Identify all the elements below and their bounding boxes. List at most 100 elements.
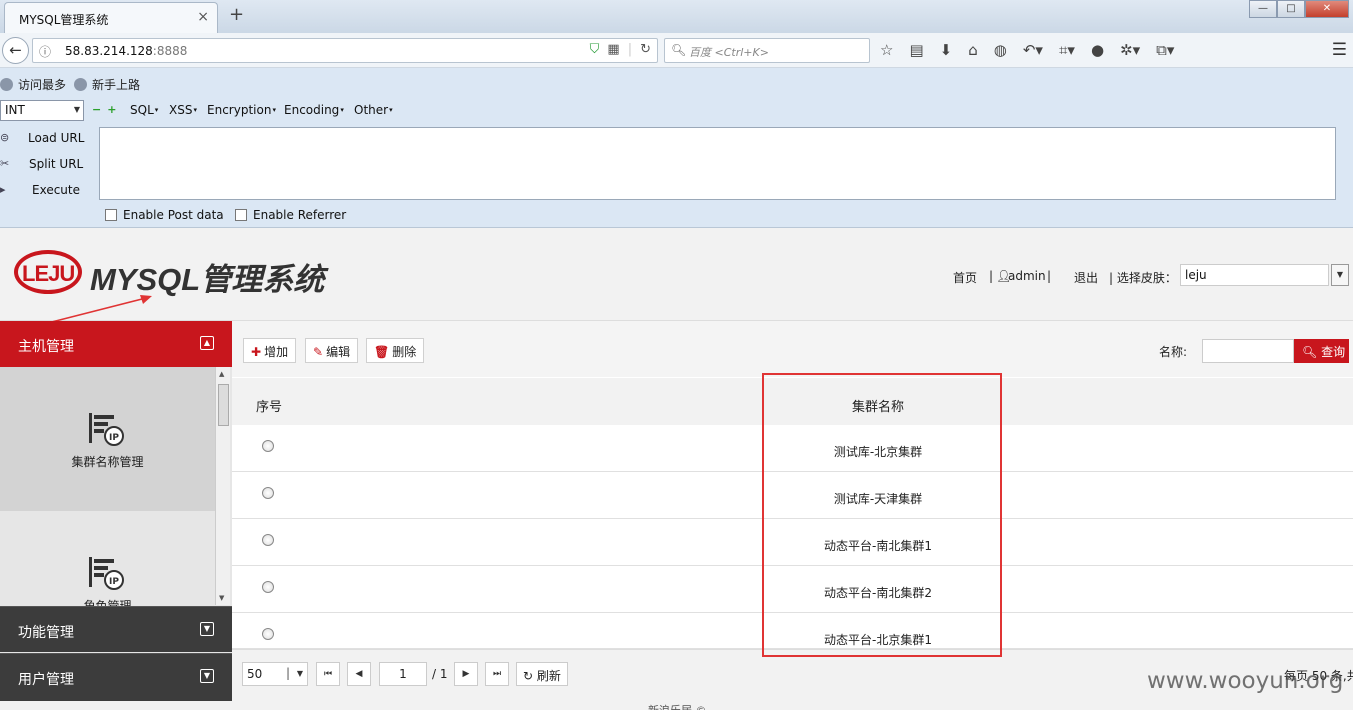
expand-icon[interactable]: ▼ [200, 669, 214, 683]
chevron-down-icon: ▼ [296, 669, 303, 678]
window-close-button[interactable]: ✕ [1305, 0, 1349, 18]
menu-label: SQL [130, 103, 154, 117]
reading-list-icon[interactable]: ▤ [909, 41, 923, 59]
load-url-icon: ⊜ [0, 131, 10, 144]
delete-button[interactable]: 🗑︎ 删除 [366, 338, 425, 363]
checkbox-box[interactable] [235, 209, 247, 221]
sidebar-section-function[interactable]: 功能管理 ▼ [0, 606, 232, 652]
nav-separator: | [989, 269, 994, 283]
qr-code-icon[interactable]: ▦ [607, 42, 619, 57]
download-icon[interactable]: ⬇ [940, 41, 953, 59]
column-header-cluster-name[interactable]: 集群名称 [762, 396, 994, 415]
new-tab-icon[interactable]: + [229, 4, 244, 25]
site-info-icon[interactable]: ⓘ [39, 43, 51, 60]
hackbar-menu-sql[interactable]: SQL▾ [130, 103, 158, 117]
enable-post-data-checkbox[interactable]: Enable Post data [105, 208, 224, 222]
add-button[interactable]: ✚ 增加 [243, 338, 297, 363]
edit-button[interactable]: ✎ 编辑 [305, 338, 359, 363]
scrollbar-thumb[interactable] [218, 384, 229, 426]
row-radio[interactable] [262, 534, 274, 546]
hackbar-type-select[interactable]: INT ▼ [0, 100, 84, 121]
menu-label: Encoding [284, 103, 340, 117]
chat-icon[interactable]: ● [1091, 41, 1104, 59]
button-label: 刷新 [536, 669, 561, 683]
table-row[interactable]: 动态平台-南北集群2 [232, 566, 1353, 613]
row-radio[interactable] [262, 581, 274, 593]
hackbar-url-textarea[interactable] [99, 127, 1336, 200]
reload-icon[interactable]: ↻ [640, 42, 651, 57]
skin-label: | 选择皮肤： [1109, 271, 1177, 285]
url-bar[interactable]: ⓘ 58.83.214.128:8888 ⛉ ▦ | ↻ [32, 38, 658, 63]
collapse-icon[interactable]: ▲ [200, 336, 214, 350]
expand-icon[interactable]: ▼ [200, 622, 214, 636]
row-radio[interactable] [262, 440, 274, 452]
maximize-button[interactable]: □ [1277, 0, 1305, 18]
menu-label: Encryption [207, 103, 272, 117]
bookmark-most-visited[interactable]: 访问最多 [0, 76, 66, 93]
globe-bookmark-icon [74, 78, 87, 91]
hackbar-menu-encoding[interactable]: Encoding▾ [284, 103, 344, 117]
nav-logout-link[interactable]: 退出 [1074, 269, 1098, 286]
sidebar-section-host[interactable]: 主机管理 ▲ [0, 321, 232, 367]
page-number-input[interactable]: 1 [379, 662, 427, 686]
page-size-select[interactable]: 50 | ▼ [242, 662, 308, 686]
bookmarks-bar: 访问最多 新手上路 [0, 68, 1353, 97]
sidebar-section-user[interactable]: 用户管理 ▼ [0, 653, 232, 701]
nav-user-name[interactable]: admin [1008, 269, 1046, 283]
cluster-name-cell: 动态平台-南北集群2 [824, 586, 932, 600]
row-radio[interactable] [262, 487, 274, 499]
globe-icon[interactable]: ◍ [994, 41, 1007, 59]
scroll-down-icon[interactable]: ▼ [219, 594, 224, 602]
nav-home-link[interactable]: 首页 [953, 269, 977, 286]
name-search-input[interactable] [1202, 339, 1294, 363]
crop-icon[interactable]: ⌗▾ [1059, 41, 1075, 59]
first-page-button[interactable]: ⏮ [316, 662, 340, 686]
last-page-button[interactable]: ⏭ [485, 662, 509, 686]
chevron-down-icon[interactable]: ▼ [1331, 264, 1349, 286]
hackbar-plus-minus-icons[interactable]: −+ [92, 103, 122, 116]
table-row[interactable]: 动态平台-南北集群1 [232, 519, 1353, 566]
sidebar-scrollbar[interactable]: ▲ ▼ [215, 367, 230, 605]
checkbox-label: Enable Referrer [253, 208, 347, 222]
column-header-index[interactable]: 序号 [256, 396, 282, 415]
hamburger-menu-icon[interactable]: ☰ [1332, 40, 1347, 60]
table-row[interactable]: 动态平台-北京集群1 [232, 613, 1353, 649]
table-row[interactable]: 测试库-北京集群 [232, 425, 1353, 472]
section-title: 主机管理 [18, 339, 74, 355]
skin-select[interactable]: leju [1180, 264, 1329, 286]
button-label: 删除 [392, 345, 417, 359]
hackbar-menu-xss[interactable]: XSS▾ [169, 103, 197, 117]
undo-icon[interactable]: ↶▾ [1023, 41, 1043, 59]
button-label: 编辑 [326, 345, 351, 359]
sidebar: 主机管理 ▲ IP 集群名称管理 IP 角色管理 ▲ ▼ 功能管理 ▼ 用户管理… [0, 321, 232, 701]
hackbar-menu-other[interactable]: Other▾ [354, 103, 393, 117]
row-radio[interactable] [262, 628, 274, 640]
search-bar[interactable]: 🔍︎ 百度 <Ctrl+K> [664, 38, 870, 63]
query-button[interactable]: 🔍︎ 查询 [1294, 339, 1349, 363]
checkbox-label: Enable Post data [123, 208, 224, 222]
bookmark-star-icon[interactable]: ☆ [880, 41, 893, 59]
back-button[interactable]: ← [2, 37, 29, 64]
prev-page-button[interactable]: ◀ [347, 662, 371, 686]
minimize-button[interactable]: — [1249, 0, 1277, 18]
hackbar-menu-encryption[interactable]: Encryption▾ [207, 103, 276, 117]
refresh-button[interactable]: ↻ 刷新 [516, 662, 568, 686]
share-icon[interactable]: ⧉▾ [1156, 41, 1174, 59]
section-title: 功能管理 [18, 625, 74, 641]
extension-icon[interactable]: ✲▾ [1120, 41, 1140, 59]
refresh-icon: ↻ [523, 669, 534, 683]
shield-icon[interactable]: ⛉ [590, 42, 600, 57]
checkbox-box[interactable] [105, 209, 117, 221]
sidebar-item-role-management[interactable]: IP 角色管理 [0, 511, 215, 606]
execute-icon: ▸ [0, 183, 6, 196]
table-row[interactable]: 测试库-天津集群 [232, 472, 1353, 519]
sidebar-item-cluster-names[interactable]: IP 集群名称管理 [0, 367, 215, 511]
bookmark-getting-started[interactable]: 新手上路 [74, 76, 140, 93]
home-icon[interactable]: ⌂ [968, 41, 978, 59]
enable-referrer-checkbox[interactable]: Enable Referrer [235, 208, 346, 222]
name-label: 名称: [1159, 345, 1188, 359]
next-page-button[interactable]: ▶ [454, 662, 478, 686]
close-tab-icon[interactable]: × [197, 9, 209, 25]
scroll-up-icon[interactable]: ▲ [219, 370, 224, 378]
browser-tab[interactable]: MYSQL管理系统 × [4, 2, 218, 33]
